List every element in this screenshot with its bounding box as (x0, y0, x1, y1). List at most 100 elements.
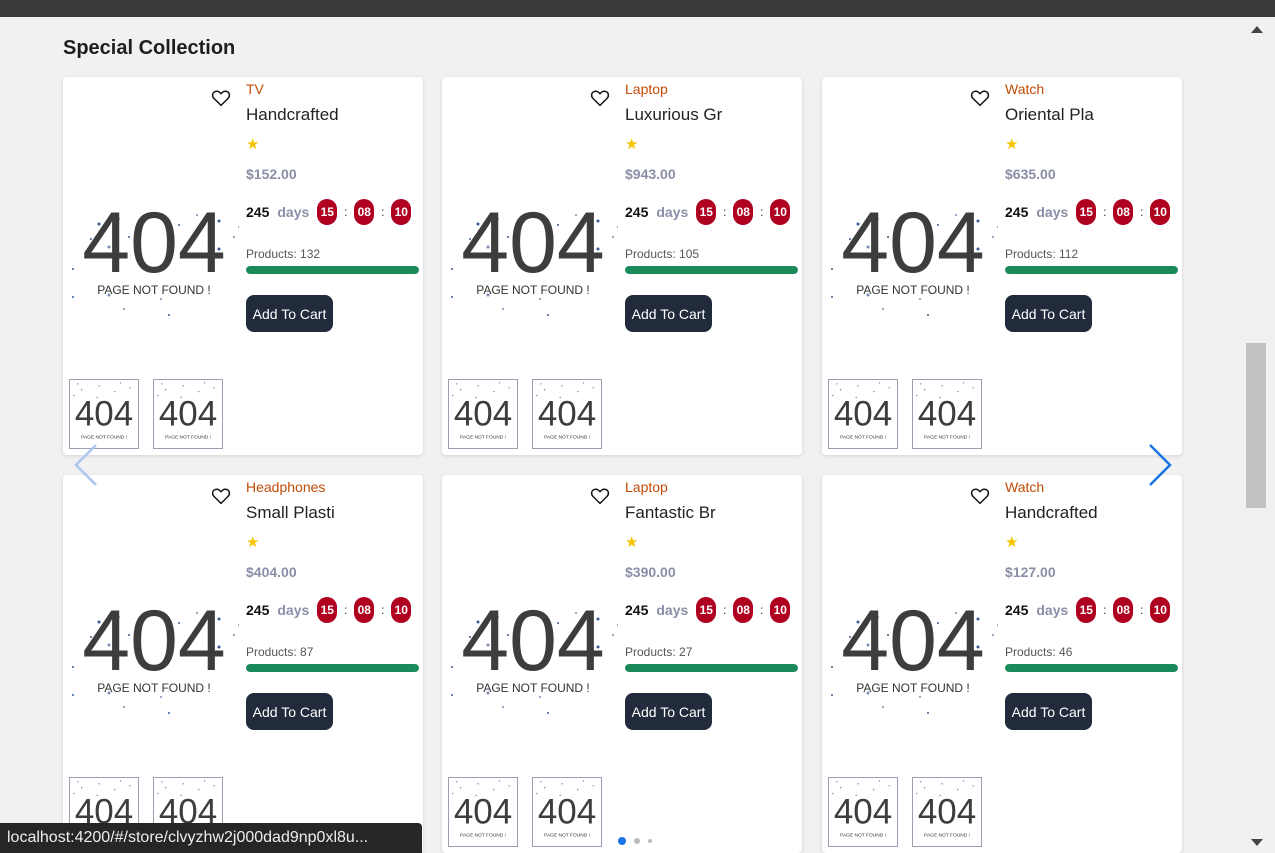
heart-icon[interactable] (970, 487, 990, 505)
scroll-up-arrow-icon[interactable] (1251, 26, 1263, 33)
product-category[interactable]: Laptop (625, 479, 668, 495)
product-thumbnail[interactable]: 404 PAGE NOT FOUND ! (448, 379, 518, 449)
add-to-cart-button[interactable]: Add To Cart (246, 693, 333, 730)
stock-progress-fill (1005, 266, 1178, 274)
countdown-hours: 15 (696, 199, 717, 225)
product-name[interactable]: Luxurious Gr (625, 105, 722, 125)
decorative-dot (72, 666, 74, 668)
product-image[interactable]: 404 PAGE NOT FOUND ! (448, 177, 618, 317)
countdown-separator: : (723, 205, 727, 219)
heart-icon[interactable] (590, 89, 610, 107)
decorative-dot (233, 634, 235, 636)
heart-icon[interactable] (970, 89, 990, 107)
product-card[interactable]: 404 PAGE NOT FOUND ! Watch Oriental Pla … (822, 77, 1182, 455)
product-thumbnail[interactable]: 404 PAGE NOT FOUND ! (912, 777, 982, 847)
image-404-text: 404 (82, 195, 226, 291)
product-image[interactable]: 404 PAGE NOT FOUND ! (828, 575, 998, 715)
countdown-days-number: 245 (625, 602, 649, 618)
product-thumbnail[interactable]: 404 PAGE NOT FOUND ! (69, 379, 139, 449)
carousel-dot[interactable] (634, 838, 640, 844)
product-card[interactable]: 404 PAGE NOT FOUND ! TV Handcrafted ★ $1… (63, 77, 423, 455)
product-card[interactable]: 404 PAGE NOT FOUND ! Laptop Luxurious Gr… (442, 77, 802, 455)
decorative-dot (831, 268, 833, 270)
add-to-cart-button[interactable]: Add To Cart (625, 693, 712, 730)
carousel-dot-active[interactable] (618, 837, 626, 845)
svg-text:PAGE NOT FOUND !: PAGE NOT FOUND ! (460, 832, 506, 838)
decorative-dot (451, 694, 453, 696)
product-category[interactable]: Watch (1005, 81, 1044, 97)
svg-text:404: 404 (918, 395, 976, 434)
countdown-minutes: 08 (1113, 199, 1134, 225)
countdown-seconds: 10 (1150, 597, 1171, 623)
countdown-separator: : (344, 205, 348, 219)
svg-text:PAGE NOT FOUND !: PAGE NOT FOUND ! (544, 434, 590, 440)
product-card[interactable]: 404 PAGE NOT FOUND ! Headphones Small Pl… (63, 475, 423, 853)
product-name[interactable]: Small Plasti (246, 503, 335, 523)
add-to-cart-button[interactable]: Add To Cart (1005, 693, 1092, 730)
products-count: Products: 87 (246, 645, 314, 659)
product-thumbnail[interactable]: 404 PAGE NOT FOUND ! (448, 777, 518, 847)
product-thumbnail[interactable]: 404 PAGE NOT FOUND ! (912, 379, 982, 449)
countdown-days-label: days (656, 204, 689, 220)
scrollbar-thumb[interactable] (1246, 343, 1266, 508)
scroll-down-arrow-icon[interactable] (1251, 839, 1263, 846)
heart-icon[interactable] (211, 89, 231, 107)
carousel-prev-arrow[interactable] (72, 442, 102, 488)
image-caption: PAGE NOT FOUND ! (476, 283, 590, 297)
svg-text:PAGE NOT FOUND !: PAGE NOT FOUND ! (81, 434, 127, 440)
product-thumbnail[interactable]: 404 PAGE NOT FOUND ! (532, 777, 602, 847)
star-icon: ★ (625, 136, 639, 153)
product-image[interactable]: 404 PAGE NOT FOUND ! (69, 177, 239, 317)
products-count: Products: 105 (625, 247, 700, 261)
decorative-dot (238, 226, 239, 228)
stock-progress-fill (625, 266, 798, 274)
countdown-days-number: 245 (625, 204, 649, 220)
product-card[interactable]: 404 PAGE NOT FOUND ! Watch Handcrafted ★… (822, 475, 1182, 853)
product-image[interactable]: 404 PAGE NOT FOUND ! (69, 575, 239, 715)
heart-icon[interactable] (590, 487, 610, 505)
svg-text:404: 404 (918, 793, 976, 832)
image-404-text: 404 (461, 195, 605, 291)
countdown-minutes: 08 (1113, 597, 1134, 623)
product-thumbnail[interactable]: 404 PAGE NOT FOUND ! (532, 379, 602, 449)
add-to-cart-button[interactable]: Add To Cart (246, 295, 333, 332)
product-name[interactable]: Oriental Pla (1005, 105, 1094, 125)
product-image[interactable]: 404 PAGE NOT FOUND ! (828, 177, 998, 317)
product-name[interactable]: Fantastic Br (625, 503, 716, 523)
product-thumbnail[interactable]: 404 PAGE NOT FOUND ! (153, 379, 223, 449)
decorative-dot (238, 624, 239, 626)
decorative-dot (72, 268, 74, 270)
product-category[interactable]: Watch (1005, 479, 1044, 495)
product-category[interactable]: TV (246, 81, 264, 97)
countdown-days-number: 245 (246, 602, 270, 618)
product-category[interactable]: Headphones (246, 479, 325, 495)
decorative-dot (451, 666, 453, 668)
product-name[interactable]: Handcrafted (1005, 503, 1098, 523)
svg-text:PAGE NOT FOUND !: PAGE NOT FOUND ! (924, 434, 970, 440)
heart-icon[interactable] (211, 487, 231, 505)
countdown-minutes: 08 (733, 199, 754, 225)
countdown-days-label: days (1036, 602, 1069, 618)
decorative-dot (72, 694, 74, 696)
decorative-dot (539, 696, 541, 698)
decorative-dot (451, 296, 453, 298)
add-to-cart-button[interactable]: Add To Cart (625, 295, 712, 332)
product-category[interactable]: Laptop (625, 81, 668, 97)
decorative-dot (919, 696, 921, 698)
decorative-dot (502, 706, 504, 708)
chevron-right-icon (1149, 444, 1172, 486)
add-to-cart-button[interactable]: Add To Cart (1005, 295, 1092, 332)
products-count: Products: 46 (1005, 645, 1073, 659)
chevron-left-icon (74, 444, 97, 486)
product-thumbnail[interactable]: 404 PAGE NOT FOUND ! (828, 379, 898, 449)
product-card[interactable]: 404 PAGE NOT FOUND ! Laptop Fantastic Br… (442, 475, 802, 853)
carousel-next-arrow[interactable] (1144, 442, 1174, 488)
product-thumbnail[interactable]: 404 PAGE NOT FOUND ! (828, 777, 898, 847)
product-image[interactable]: 404 PAGE NOT FOUND ! (448, 575, 618, 715)
svg-text:404: 404 (538, 395, 596, 434)
decorative-dot (160, 696, 162, 698)
svg-text:404: 404 (834, 793, 892, 832)
product-name[interactable]: Handcrafted (246, 105, 339, 125)
decorative-dot (997, 624, 998, 626)
carousel-dot[interactable] (648, 839, 652, 843)
